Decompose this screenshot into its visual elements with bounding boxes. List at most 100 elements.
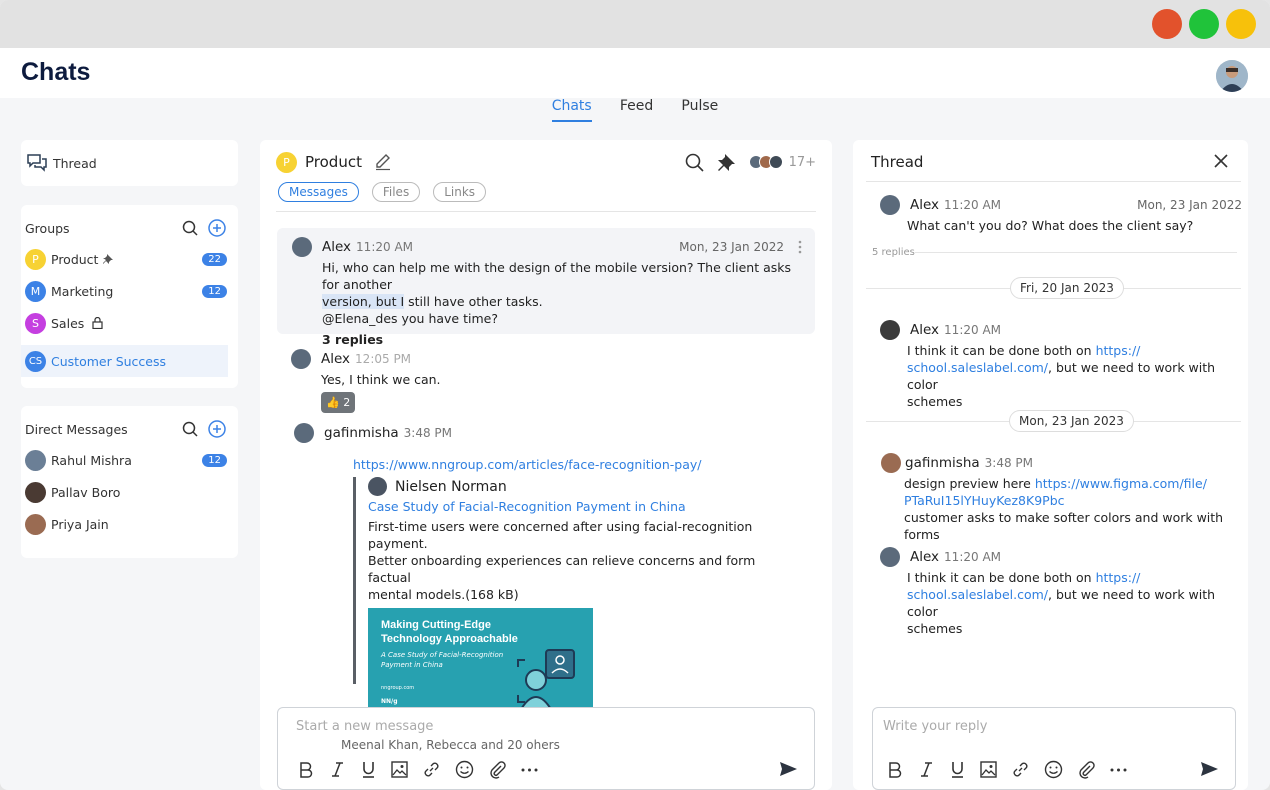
message-text: customer asks to make softer colors and …	[904, 510, 1224, 542]
group-avatar: CS	[25, 350, 46, 372]
search-icon[interactable]	[182, 421, 198, 437]
underline-icon[interactable]	[949, 761, 966, 778]
member-avatars[interactable]: 17+	[748, 155, 816, 170]
sidebar-thread-link[interactable]: Thread	[21, 140, 238, 186]
sidebar-item-sales[interactable]: S Sales	[21, 307, 238, 339]
message-time: 11:20 AM	[944, 198, 1002, 212]
send-icon[interactable]	[1200, 761, 1219, 777]
unread-badge: 22	[202, 252, 227, 266]
close-window-button[interactable]	[1152, 9, 1182, 39]
pin-icon[interactable]	[717, 153, 735, 171]
message-author: gafinmisha	[324, 425, 399, 441]
sidebar-item-customer-success[interactable]: CS Customer Success	[21, 345, 228, 377]
message-author: Alex	[910, 549, 940, 565]
search-icon[interactable]	[685, 153, 704, 172]
add-dm-icon[interactable]	[208, 420, 226, 438]
sidebar-item-marketing[interactable]: M Marketing 12	[21, 275, 238, 307]
tab-messages[interactable]: Messages	[278, 182, 359, 202]
reply-input[interactable]: Write your reply	[883, 719, 987, 734]
divider	[866, 181, 1241, 182]
attachment-icon[interactable]	[1077, 760, 1096, 779]
minimize-window-button[interactable]	[1226, 9, 1256, 39]
message-input[interactable]: Start a new message	[296, 719, 433, 734]
message-time: 3:48 PM	[403, 426, 453, 440]
message-text: What can't you do? What does the client …	[907, 218, 1194, 233]
message-link[interactable]: https://www.figma.com/file/	[1035, 476, 1207, 491]
italic-icon[interactable]	[329, 761, 346, 778]
reply-composer[interactable]: Write your reply	[872, 707, 1236, 790]
dm-item-priya[interactable]: Priya Jain	[21, 508, 238, 540]
bold-icon[interactable]	[887, 761, 904, 778]
message-time: 11:20 AM	[944, 323, 1002, 337]
user-avatar[interactable]	[1216, 60, 1248, 92]
group-avatar: M	[25, 280, 46, 302]
preview-description: First-time users were concerned after us…	[368, 519, 753, 551]
dm-item-rahul[interactable]: Rahul Mishra 12	[21, 444, 238, 476]
message-link[interactable]: https://www.nngroup.com/articles/face-re…	[353, 457, 701, 472]
link-icon[interactable]	[422, 760, 441, 779]
avatar	[768, 155, 783, 169]
emoji-icon[interactable]	[1044, 760, 1063, 779]
message-text-highlight: version, but I	[322, 294, 405, 309]
message-composer[interactable]: Start a new message Meenal Khan, Rebecca…	[277, 707, 815, 790]
dm-item-pallav[interactable]: Pallav Boro	[21, 476, 238, 508]
image-title: Making Cutting-Edge	[381, 619, 491, 631]
link-icon[interactable]	[1011, 760, 1030, 779]
send-icon[interactable]	[779, 761, 798, 777]
message-link[interactable]: https://	[1096, 570, 1141, 585]
direct-messages-section: Direct Messages Rahul Mishra 12 Pallav B…	[21, 406, 238, 558]
message-highlighted[interactable]: Alex 11:20 AM Mon, 23 Jan 2022 Hi, who c…	[277, 228, 815, 347]
divider	[276, 211, 816, 212]
image-subtitle: A Case Study of Facial-Recognition	[381, 651, 504, 659]
add-group-icon[interactable]	[208, 219, 226, 237]
underline-icon[interactable]	[360, 761, 377, 778]
message-link[interactable]: school.saleslabel.com/	[907, 360, 1048, 375]
maximize-window-button[interactable]	[1189, 9, 1219, 39]
preview-title: Nielsen Norman	[395, 478, 507, 495]
more-horizontal-icon[interactable]	[1110, 768, 1127, 772]
avatar	[291, 349, 311, 369]
dm-title: Direct Messages	[25, 421, 128, 437]
message-link[interactable]: school.saleslabel.com/	[907, 587, 1048, 602]
message-text: I think it can be done both on	[907, 343, 1096, 358]
link-preview[interactable]: Nielsen Norman Case Study of Facial-Reco…	[353, 477, 773, 719]
preview-subtitle[interactable]: Case Study of Facial-Recognition Payment…	[368, 499, 773, 514]
preview-description: mental models.(168 kB)	[368, 587, 519, 602]
message-link[interactable]: https://	[1096, 343, 1141, 358]
preview-description: Better onboarding experiences can reliev…	[368, 553, 756, 585]
message-date: Mon, 23 Jan 2022	[1137, 198, 1242, 212]
close-icon[interactable]	[1214, 154, 1228, 168]
search-icon[interactable]	[182, 220, 198, 236]
tab-chats[interactable]: Chats	[551, 98, 592, 122]
message-link[interactable]: PTaRuI15lYHuyKez8K9Pbc	[904, 493, 1065, 508]
message-time: 11:20 AM	[944, 550, 1002, 564]
sidebar-item-product[interactable]: P Product 22	[21, 243, 238, 275]
tab-pulse[interactable]: Pulse	[681, 98, 718, 120]
avatar	[881, 453, 901, 473]
emoji-icon[interactable]	[455, 760, 474, 779]
edit-icon[interactable]	[374, 153, 392, 171]
italic-icon[interactable]	[918, 761, 935, 778]
tab-feed[interactable]: Feed	[620, 98, 653, 120]
tab-files[interactable]: Files	[371, 182, 421, 202]
group-name: Sales	[51, 315, 85, 331]
message-text: design preview here	[904, 476, 1035, 491]
image-icon[interactable]	[980, 761, 997, 778]
unread-badge: 12	[202, 453, 227, 467]
bold-icon[interactable]	[298, 761, 315, 778]
group-name: Marketing	[51, 283, 114, 299]
preview-image[interactable]: Making Cutting-Edge Technology Approachab…	[368, 608, 593, 719]
more-horizontal-icon[interactable]	[521, 768, 538, 772]
group-name: Customer Success	[51, 353, 167, 369]
attachment-icon[interactable]	[488, 760, 507, 779]
more-vertical-icon[interactable]	[798, 240, 802, 254]
avatar	[368, 477, 387, 496]
thread-reply: Alex 11:20 AM I think it can be done bot…	[880, 320, 1242, 410]
reaction-badge[interactable]: 👍 2	[321, 392, 356, 413]
channel-avatar: P	[276, 151, 297, 173]
date-separator: Fri, 20 Jan 2023	[1010, 277, 1124, 299]
chat-panel: P Product 17+ Messages Files Links Alex …	[260, 140, 832, 790]
replies-link[interactable]: 3 replies	[322, 331, 802, 348]
tab-links[interactable]: Links	[433, 182, 487, 202]
image-icon[interactable]	[391, 761, 408, 778]
